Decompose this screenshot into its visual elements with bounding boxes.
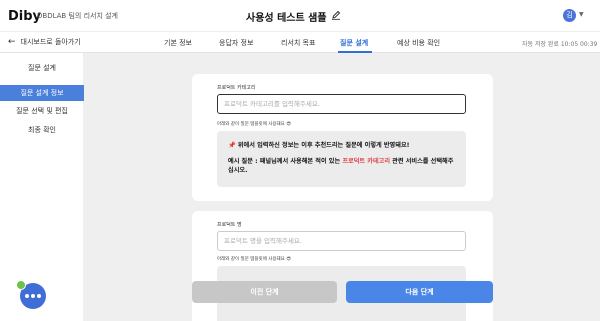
chat-dot — [25, 294, 29, 298]
template-hint-2: 아래와 같이 질문 템플릿에 사용돼요 😎 — [217, 257, 291, 262]
back-label: 대시보드로 돌아가기 — [20, 38, 81, 46]
example-prefix: 예시 질문 : 패널님께서 사용해본 적이 있는 — [228, 158, 343, 165]
product-name-placeholder: 프로덕트 명을 입력해주세요. — [224, 237, 302, 245]
tab-cost-estimate[interactable]: 예상 비용 확인 — [397, 38, 440, 48]
arrow-left-icon: ← — [8, 36, 16, 47]
back-to-dashboard-link[interactable]: ← 대시보드로 돌아가기 — [8, 37, 81, 47]
tab-question-design[interactable]: 질문 설계 — [340, 38, 368, 48]
prev-step-button[interactable]: 이전 단계 — [192, 281, 337, 303]
sidebar-heading: 질문 설계 — [28, 64, 56, 72]
sidebar-item-final-check[interactable]: 최종 확인 — [0, 122, 84, 138]
sidebar-item-question-edit[interactable]: 질문 선택 및 편집 — [0, 103, 84, 119]
product-name-label: 프로덕트 명 — [217, 222, 242, 228]
tab-respondent-info[interactable]: 응답자 정보 — [219, 38, 253, 48]
autosave-status: 자동 저장 완료 10:05 00:39 — [522, 41, 598, 48]
step-navigation: ← 대시보드로 돌아가기 기본 정보 응답자 정보 리서치 목표 질문 설계 예… — [0, 32, 600, 53]
chat-badge-icon — [16, 280, 26, 290]
template-hint: 아래와 같이 질문 템플릿에 사용돼요 😎 — [217, 122, 291, 127]
top-bar: Diby DBDLAB 팀의 리서치 설계 사용성 테스트 샘플 김 ▼ — [0, 0, 600, 32]
chevron-down-icon[interactable]: ▼ — [579, 11, 584, 18]
product-category-label: 프로덕트 카테고리 — [217, 85, 256, 91]
next-step-button[interactable]: 다음 단계 — [346, 281, 493, 303]
product-category-input[interactable]: 프로덕트 카테고리를 입력해주세요. — [217, 94, 466, 114]
product-name-input[interactable]: 프로덕트 명을 입력해주세요. — [217, 231, 466, 251]
tab-research-goal[interactable]: 리서치 목표 — [281, 38, 315, 48]
edit-icon[interactable] — [331, 10, 341, 20]
product-category-card: 프로덕트 카테고리 프로덕트 카테고리를 입력해주세요. 아래와 같이 질문 템… — [192, 74, 493, 201]
sidebar-item-question-info[interactable]: 질문 설계 정보 — [0, 85, 84, 101]
avatar[interactable]: 김 — [563, 9, 576, 22]
chat-dot — [31, 294, 35, 298]
page-title: 사용성 테스트 샘플 — [246, 13, 327, 24]
sidebar: 질문 설계 질문 설계 정보 질문 선택 및 편집 최종 확인 — [0, 53, 84, 321]
example-box: 📌 위에서 입력하신 정보는 이후 추천드리는 질문에 이렇게 반영돼요! 예시… — [217, 131, 466, 187]
main-content: 프로덕트 카테고리 프로덕트 카테고리를 입력해주세요. 아래와 같이 질문 템… — [84, 53, 600, 321]
product-category-placeholder: 프로덕트 카테고리를 입력해주세요. — [224, 100, 320, 108]
chat-dot — [37, 294, 41, 298]
tab-basic-info[interactable]: 기본 정보 — [164, 38, 192, 48]
workspace-name: DBDLAB 팀의 리서치 설계 — [37, 12, 118, 20]
example-question: 예시 질문 : 패널님께서 사용해본 적이 있는 프로덕트 카테고리 관련 서비… — [228, 157, 458, 175]
product-name-card: 프로덕트 명 프로덕트 명을 입력해주세요. 아래와 같이 질문 템플릿에 사용… — [192, 211, 493, 321]
example-highlight: 프로덕트 카테고리 — [342, 158, 391, 165]
example-intro: 📌 위에서 입력하신 정보는 이후 추천드리는 질문에 이렇게 반영돼요! — [228, 142, 410, 149]
